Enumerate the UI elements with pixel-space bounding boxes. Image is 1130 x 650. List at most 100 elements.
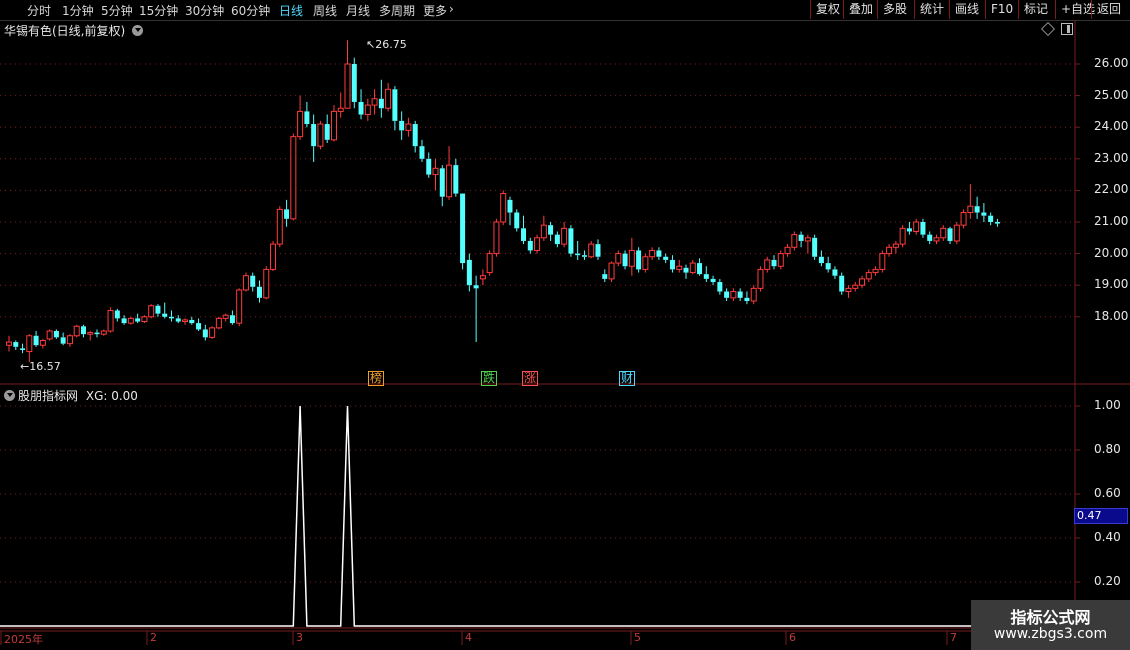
indicator-tick-label: 0.60 [1094,486,1121,500]
candle-body [189,319,195,324]
candlestick [967,184,974,219]
candle-body [832,269,838,276]
candlestick [784,244,791,257]
indicator-tick-label: 0.40 [1094,530,1121,544]
candlestick [683,264,689,279]
candlestick [392,86,398,131]
candle-body [114,310,120,319]
candlestick [33,331,39,347]
candle-body [87,332,94,335]
candlestick [20,343,26,354]
candle-body [548,225,554,235]
candlestick [798,231,804,248]
candle-body [107,309,114,332]
candle-body [460,193,466,264]
candlestick [534,234,541,254]
candlestick [324,114,330,143]
event-marker[interactable]: 财 [619,371,636,386]
date-tick-label: 5 [634,631,641,644]
candle-body [899,227,906,245]
candle-body [812,237,818,257]
candle-body [304,111,310,125]
candlestick [710,275,716,286]
candle-body [284,209,290,219]
candlestick [852,282,859,292]
candle-body [683,267,689,273]
candlestick [859,275,866,289]
watermark-title: 指标公式网 [1010,608,1091,627]
candle-body [906,228,912,232]
candle-body [486,253,493,274]
candle-body [920,222,926,235]
candle-body [330,110,337,141]
event-marker[interactable]: 跌 [481,371,498,386]
candlestick [730,288,737,301]
candlestick [493,218,500,257]
candle-body [521,228,527,241]
candlestick [703,266,709,283]
candle-body [399,120,405,131]
candle-body [256,286,262,298]
candlestick [297,95,304,140]
candlestick [284,199,290,227]
axis-cursor-badge: 0.47 [1074,508,1128,524]
candle-body [371,98,378,106]
candlestick [242,272,249,292]
candlestick [737,288,743,301]
candlestick [744,291,750,305]
candlestick [446,146,453,200]
candle-body [209,327,216,338]
candle-body [324,124,330,140]
candlestick [663,253,669,264]
candlestick [771,255,777,270]
candle-body [276,208,283,245]
candlestick [927,231,933,245]
low-label: 16.57 [29,360,61,373]
candlestick [453,158,459,197]
candle-body [581,255,587,257]
candlestick [100,329,107,336]
candle-body [717,282,723,292]
candle-body [628,249,635,267]
candle-body [39,340,46,346]
candlestick [500,190,507,226]
candle-body [724,291,730,298]
candle-body [311,124,317,147]
kline-chart[interactable] [0,0,1130,650]
candlestick [39,338,46,349]
candlestick [974,196,980,219]
price-tick-label: 19.00 [1094,277,1129,292]
candle-body [988,215,994,222]
candlestick [575,240,581,260]
candlestick [953,222,960,245]
candlestick [209,326,216,339]
candlestick [202,324,208,341]
candlestick [13,340,19,350]
candle-body [730,291,737,299]
candle-body [479,275,486,280]
candle-body [676,265,683,270]
candle-body [845,287,852,293]
event-marker[interactable]: 榜 [368,371,385,386]
candle-body [290,136,297,220]
arrow-icon: ↖ [366,38,376,51]
candle-body [994,222,1000,224]
candle-body [953,224,960,242]
candle-body [121,318,127,324]
candlestick [256,280,262,303]
candlestick [196,318,202,332]
indicator-tick-label: 1.00 [1094,398,1121,412]
candle-body [663,256,669,260]
candle-body [141,316,148,323]
event-marker[interactable]: 涨 [522,371,539,386]
candle-body [439,168,445,197]
watermark-url: www.zbgs3.com [993,626,1108,642]
candle-body [744,297,750,301]
arrow-icon: ← [20,360,30,373]
candle-body [33,335,39,346]
candlestick [412,120,418,153]
candlestick [676,259,683,273]
candlestick [73,324,80,338]
candle-body [358,101,364,115]
candle-body [886,246,893,255]
